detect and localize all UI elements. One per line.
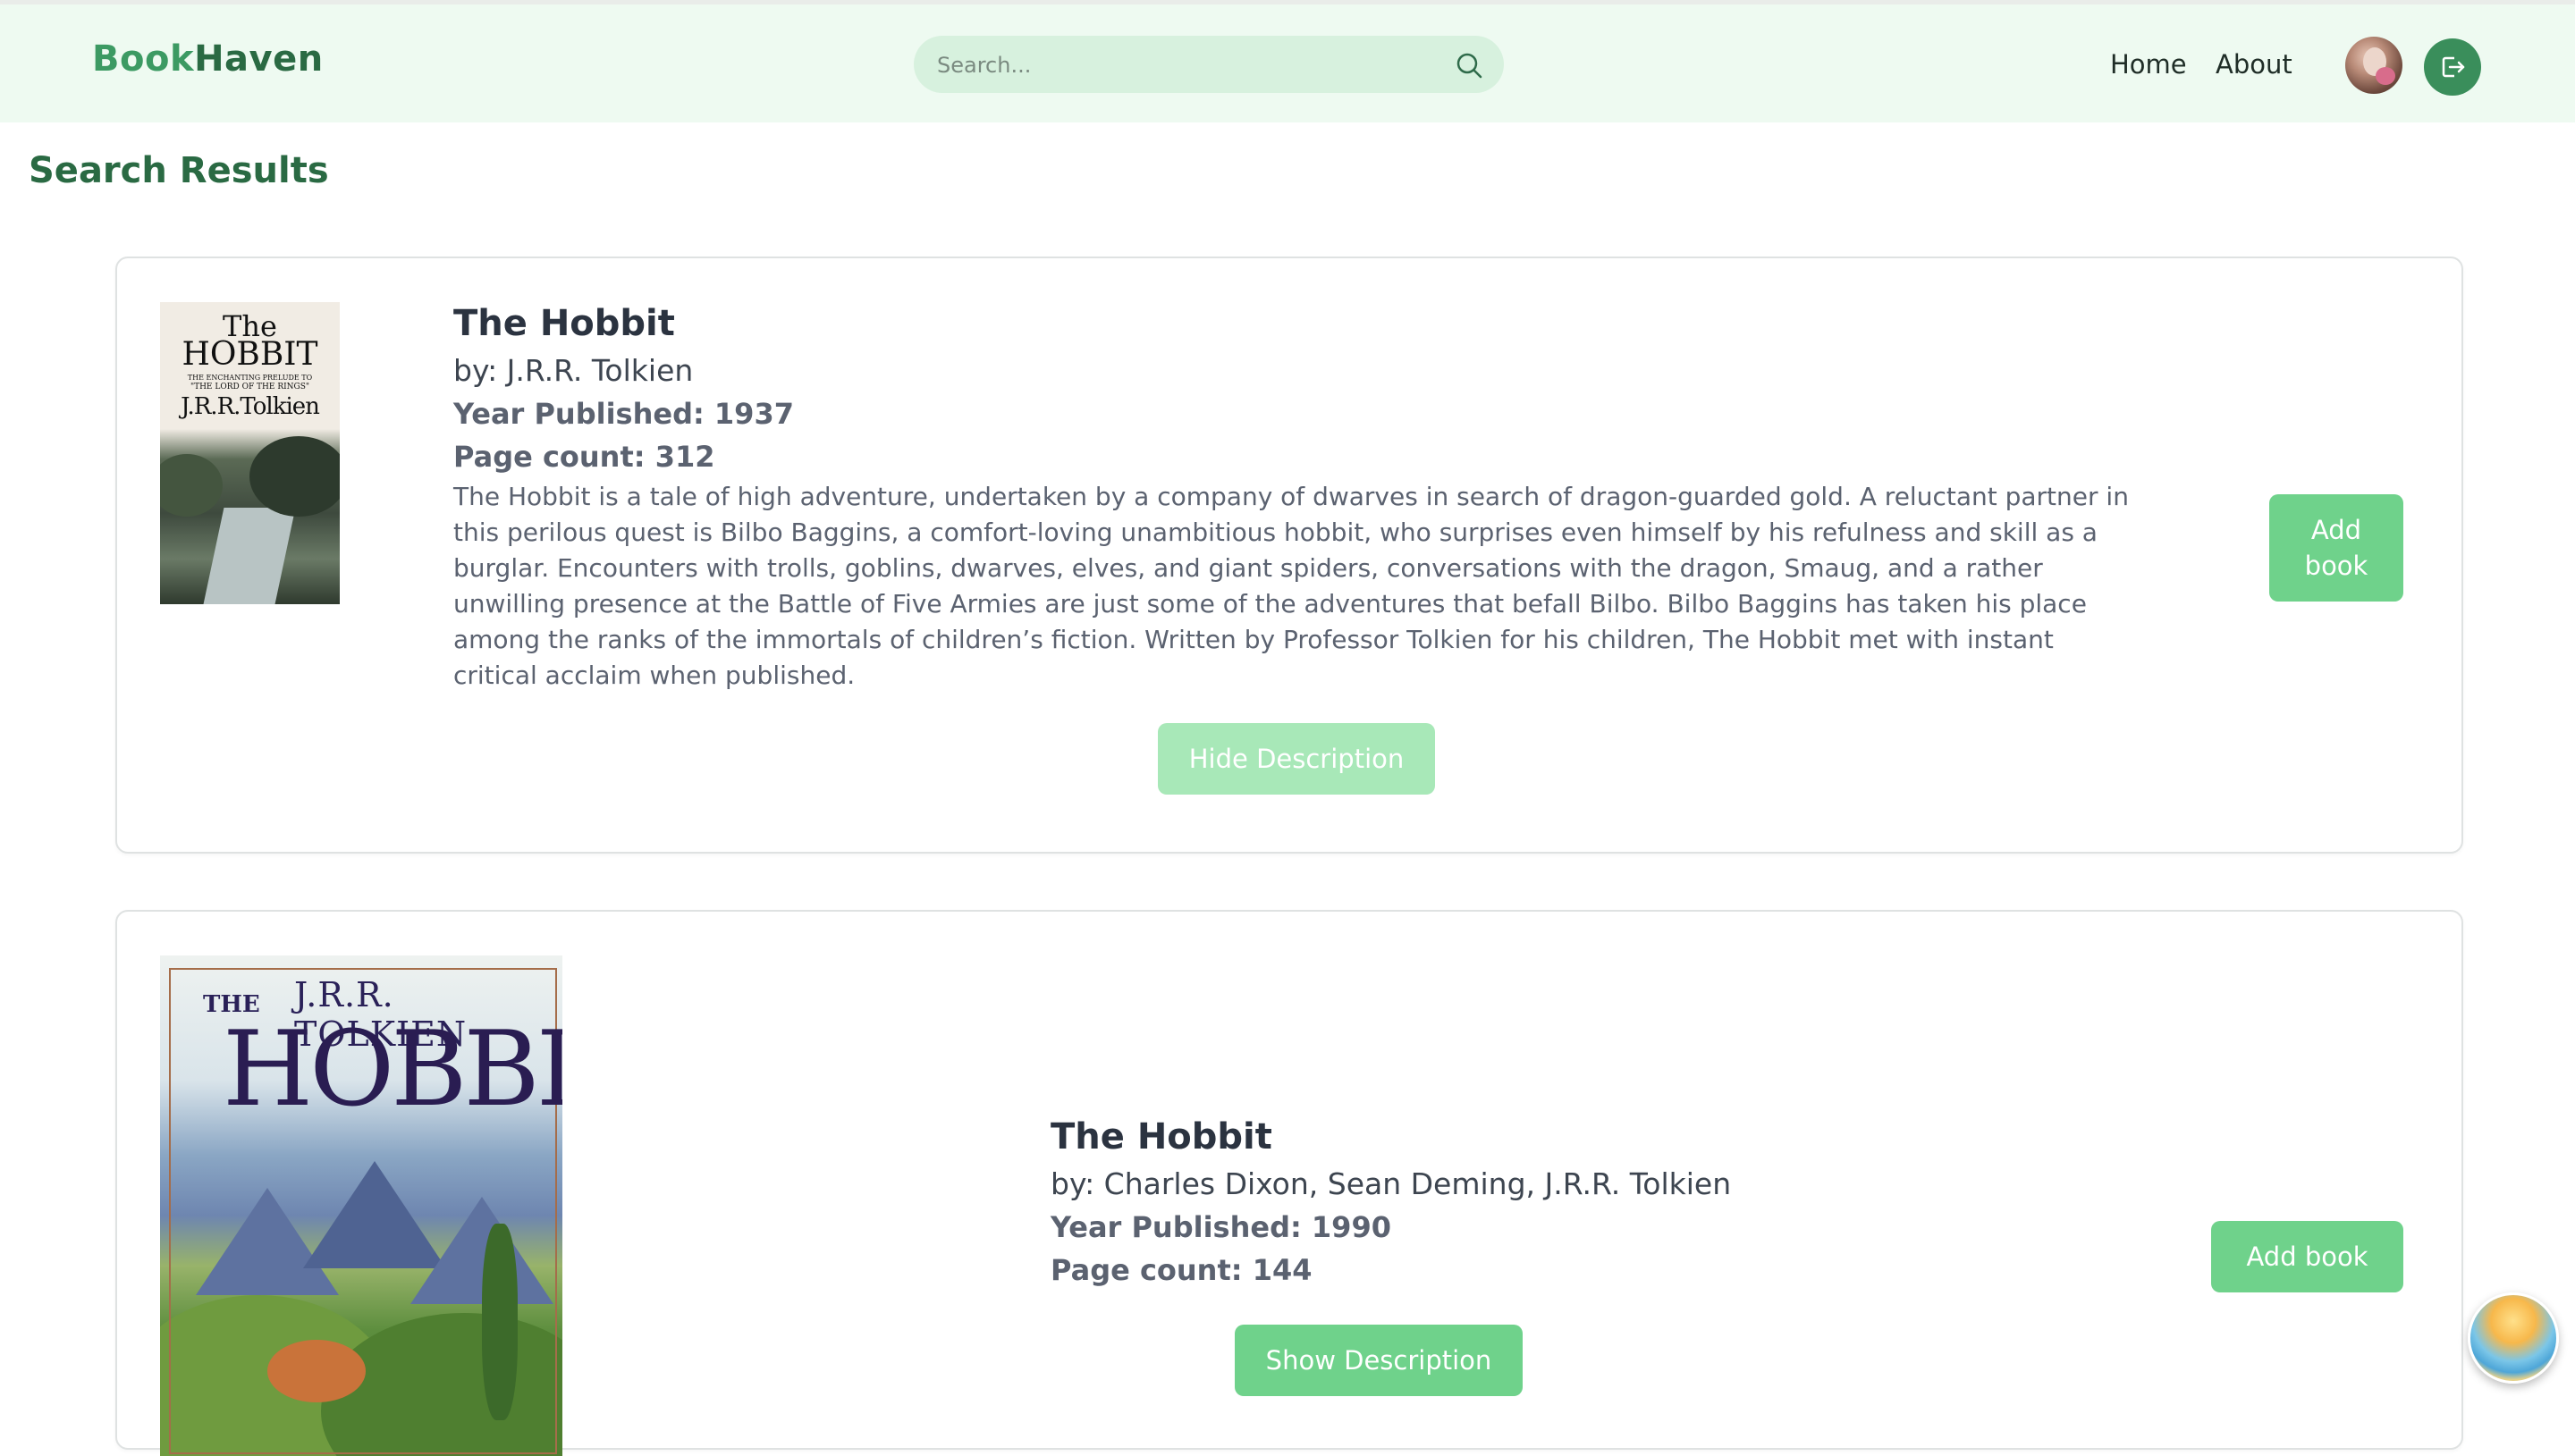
cover-river [203, 508, 296, 604]
book-description: The Hobbit is a tale of high adventure, … [453, 482, 2129, 690]
book-cover: J.R.R. TOLKIEN THE HOBBIT [160, 955, 562, 1456]
nav-about-link[interactable]: About [2216, 49, 2292, 80]
navbar: BookHaven Home About [0, 4, 2575, 122]
brand-logo[interactable]: BookHaven [92, 38, 324, 80]
brand-part-haven: Haven [194, 38, 324, 80]
book-cover: The HOBBIT THE ENCHANTING PRELUDE TO "TH… [160, 302, 340, 604]
book-author: by: Charles Dixon, Sean Deming, J.R.R. T… [1051, 1166, 1732, 1201]
logout-button[interactable] [2424, 38, 2481, 96]
hide-description-button[interactable]: Hide Description [1158, 723, 1435, 795]
floating-app-badge[interactable] [2468, 1292, 2559, 1384]
book-author: by: J.R.R. Tolkien [453, 353, 694, 388]
cover-text-tagline-2: "THE LORD OF THE RINGS" [190, 383, 310, 391]
book-card: The HOBBIT THE ENCHANTING PRELUDE TO "TH… [115, 257, 2463, 854]
book-page-count: Page count: 144 [1051, 1253, 1313, 1287]
book-year: Year Published: 1937 [453, 397, 794, 431]
search-icon[interactable] [1454, 50, 1484, 80]
cover-text-author: J.R.R.Tolkien [181, 393, 320, 420]
book-card: J.R.R. TOLKIEN THE HOBBIT The Hobbit by:… [115, 910, 2463, 1456]
cover-text-tagline-1: THE ENCHANTING PRELUDE TO [187, 374, 313, 382]
cover-text-hobbit: HOBBIT [223, 1009, 562, 1130]
cover-tree [160, 454, 223, 517]
show-description-button[interactable]: Show Description [1235, 1325, 1523, 1396]
user-avatar[interactable] [2345, 37, 2402, 94]
book-title: The Hobbit [453, 303, 675, 344]
brand-part-book: Book [92, 38, 195, 80]
book-title: The Hobbit [1051, 1116, 1272, 1157]
cover-text-hobbit: HOBBIT [182, 336, 318, 373]
nav-home-link[interactable]: Home [2110, 49, 2187, 80]
search-input[interactable] [935, 36, 1439, 95]
search-bar [914, 36, 1504, 95]
book-year: Year Published: 1990 [1051, 1210, 1391, 1244]
add-book-button[interactable]: Add book [2269, 494, 2403, 602]
cover-tree [249, 436, 340, 517]
avatar-flower [2376, 67, 2395, 85]
page-title: Search Results [29, 150, 329, 191]
add-book-button[interactable]: Add book [2211, 1221, 2403, 1292]
book-page-count: Page count: 312 [453, 440, 715, 474]
logout-icon [2442, 56, 2465, 78]
